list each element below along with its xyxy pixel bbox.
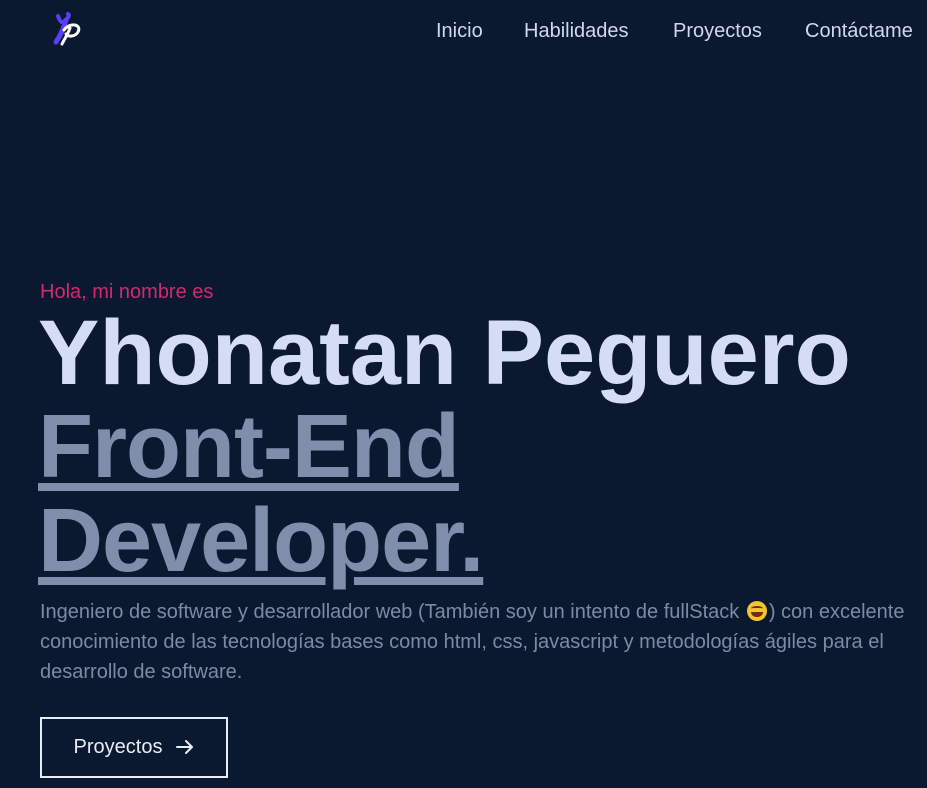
- hero-role-line1: Front-End: [38, 397, 460, 497]
- logo-icon[interactable]: [50, 12, 86, 46]
- projects-button-label: Proyectos: [73, 736, 163, 758]
- nav-inicio[interactable]: Inicio: [436, 18, 483, 44]
- nav-habilidades[interactable]: Habilidades: [524, 18, 629, 44]
- laughing-face-icon: [746, 601, 767, 621]
- arrow-right-icon: [176, 738, 194, 758]
- hero-description-part1: Ingeniero de software y desarrollador we…: [40, 601, 740, 623]
- hero-role-line2: Developer.: [38, 491, 484, 591]
- nav-proyectos[interactable]: Proyectos: [673, 18, 762, 44]
- nav-contactame[interactable]: Contáctame: [805, 18, 913, 44]
- hero-description: Ingeniero de software y desarrollador we…: [40, 597, 910, 687]
- hero-greeting: Hola, mi nombre es: [40, 281, 214, 303]
- hero-role: Front-End Developer.: [38, 397, 484, 591]
- hero-name: Yhonatan Peguero: [38, 302, 851, 404]
- projects-button[interactable]: Proyectos: [40, 717, 228, 778]
